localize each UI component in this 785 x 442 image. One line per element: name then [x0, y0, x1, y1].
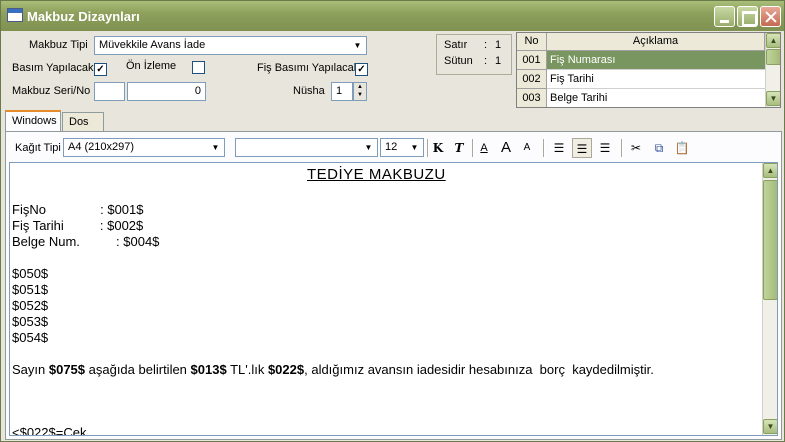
paragraph-text: aşağıda belirtilen [85, 362, 191, 377]
document-paragraph: Sayın $075$ aşağıda belirtilen $013$ TL'… [12, 362, 654, 377]
seri-label: Makbuz Seri/No [12, 85, 91, 97]
cursor-info-box: Satır : 1 Sütun : 1 [436, 34, 512, 75]
bold-button[interactable]: K [428, 138, 448, 158]
sutun-value: 1 [495, 55, 502, 67]
grid-cell-desc: Fiş Numarası [547, 51, 765, 70]
paragraph-text: TL'.lık [226, 362, 268, 377]
tab-dos[interactable]: Dos [62, 112, 104, 131]
sutun-label: Sütun [444, 55, 473, 67]
satir-sep: : [484, 39, 488, 51]
makbuz-tipi-combo[interactable]: Müvekkile Avans İade ▼ [94, 36, 367, 55]
document-line: $053$ [12, 314, 49, 329]
field-grid[interactable]: No Açıklama 001 Fiş Numarası 002 Fiş Tar… [516, 32, 781, 108]
document-line: <$022$=Çek [12, 425, 87, 435]
chevron-down-icon[interactable]: ▼ [208, 140, 223, 155]
scroll-thumb[interactable] [766, 49, 780, 65]
scroll-down-icon[interactable]: ▼ [763, 419, 777, 434]
toolbar-separator [543, 139, 545, 157]
paragraph-field: $022$ [267, 362, 305, 377]
app-icon [7, 8, 23, 22]
kagit-combo[interactable]: A4 (210x297) ▼ [63, 138, 225, 157]
align-right-icon[interactable]: ☰ [595, 138, 615, 158]
align-center-icon[interactable]: ☰ [572, 138, 592, 158]
scroll-down-icon[interactable]: ▼ [766, 91, 780, 106]
size-combo[interactable]: 12 ▼ [380, 138, 424, 157]
copy-icon[interactable]: ⧉ [649, 138, 669, 158]
main-window: Makbuz Dizaynları Makbuz Tipi Müvekkile … [0, 0, 785, 442]
shrink-font-button[interactable]: A [517, 138, 537, 158]
grid-row[interactable]: 003 Belge Tarihi [517, 89, 765, 107]
kagit-label: Kağıt Tipi [15, 142, 61, 154]
nusha-spinner[interactable]: ▲ ▼ [353, 82, 367, 101]
close-button[interactable] [760, 6, 781, 27]
grid-header-desc[interactable]: Açıklama [547, 33, 765, 51]
grid-cell-no: 001 [517, 51, 547, 70]
document-body[interactable]: TEDİYE MAKBUZU FişNo : $001$ Fiş Tarihi … [12, 163, 762, 435]
editor-scrollbar[interactable]: ▲ ▼ [762, 163, 777, 435]
no-input[interactable]: 0 [127, 82, 206, 101]
makbuz-tipi-label: Makbuz Tipi [29, 39, 88, 51]
basim-label: Basım Yapılacak [12, 62, 94, 74]
document-line: $050$ [12, 266, 49, 281]
paragraph-text: , aldığımız avansın iadesidir hesabınıza… [304, 362, 654, 377]
paragraph-field: $013$ [190, 362, 227, 377]
document-line: Fiş Tarihi : $002$ [12, 218, 144, 233]
chevron-down-icon[interactable]: ▼ [350, 38, 365, 53]
chevron-down-icon[interactable]: ▼ [407, 140, 422, 155]
paragraph-field: $075$ [48, 362, 86, 377]
align-left-icon[interactable]: ☰ [549, 138, 569, 158]
document-line: $052$ [12, 298, 49, 313]
scroll-thumb[interactable] [763, 180, 777, 300]
nusha-input[interactable]: 1 [331, 82, 353, 101]
maximize-button[interactable] [737, 6, 758, 27]
fis-basimi-label: Fiş Basımı Yapılacak [257, 62, 360, 74]
tab-windows[interactable]: Windows [5, 110, 61, 132]
window-title: Makbuz Dizaynları [27, 9, 140, 24]
paste-icon[interactable]: 📋 [672, 138, 692, 158]
document-line: $051$ [12, 282, 49, 297]
scroll-up-icon[interactable]: ▲ [763, 163, 777, 178]
document-line: FişNo : $001$ [12, 202, 144, 217]
size-value: 12 [385, 141, 398, 153]
sutun-sep: : [484, 55, 488, 67]
title-bar[interactable]: Makbuz Dizaynları [1, 1, 784, 31]
template-editor[interactable]: TEDİYE MAKBUZU FişNo : $001$ Fiş Tarihi … [9, 162, 778, 436]
minimize-button[interactable] [714, 6, 735, 27]
makbuz-tipi-value: Müvekkile Avans İade [99, 39, 206, 51]
font-combo[interactable]: ▼ [235, 138, 378, 157]
seri-input[interactable] [94, 82, 125, 101]
document-line: $054$ [12, 330, 49, 345]
grid-cell-desc: Belge Tarihi [547, 89, 765, 107]
document-heading: TEDİYE MAKBUZU [307, 166, 446, 183]
kagit-value: A4 (210x297) [68, 141, 135, 153]
grid-row[interactable]: 001 Fiş Numarası [517, 51, 765, 70]
nusha-label: Nüsha [293, 85, 325, 97]
underline-button[interactable]: A [474, 138, 494, 158]
satir-value: 1 [495, 39, 502, 51]
satir-label: Satır [444, 39, 468, 51]
fis-basimi-checkbox[interactable]: ✓ [355, 63, 368, 76]
italic-button[interactable]: T [449, 138, 469, 158]
grid-cell-no: 003 [517, 89, 547, 107]
grid-cell-no: 002 [517, 70, 547, 89]
grid-cell-desc: Fiş Tarihi [547, 70, 765, 89]
scroll-up-icon[interactable]: ▲ [766, 33, 780, 48]
document-line: Belge Num. : $004$ [12, 234, 160, 249]
chevron-down-icon[interactable]: ▼ [361, 140, 376, 155]
grid-row[interactable]: 002 Fiş Tarihi [517, 70, 765, 89]
cut-icon[interactable]: ✂ [626, 138, 646, 158]
grid-scrollbar[interactable]: ▲ ▼ [765, 33, 780, 107]
onizleme-label: Ön İzleme [126, 60, 177, 72]
paragraph-text: Sayın [12, 362, 49, 377]
toolbar-separator [621, 139, 623, 157]
basim-checkbox[interactable]: ✓ [94, 63, 107, 76]
grow-font-button[interactable]: A [496, 138, 516, 158]
grid-header-no[interactable]: No [517, 33, 547, 51]
onizleme-checkbox[interactable] [192, 61, 205, 74]
format-toolbar: Kağıt Tipi A4 (210x297) ▼ ▼ 12 ▼ K T A A… [9, 136, 778, 160]
